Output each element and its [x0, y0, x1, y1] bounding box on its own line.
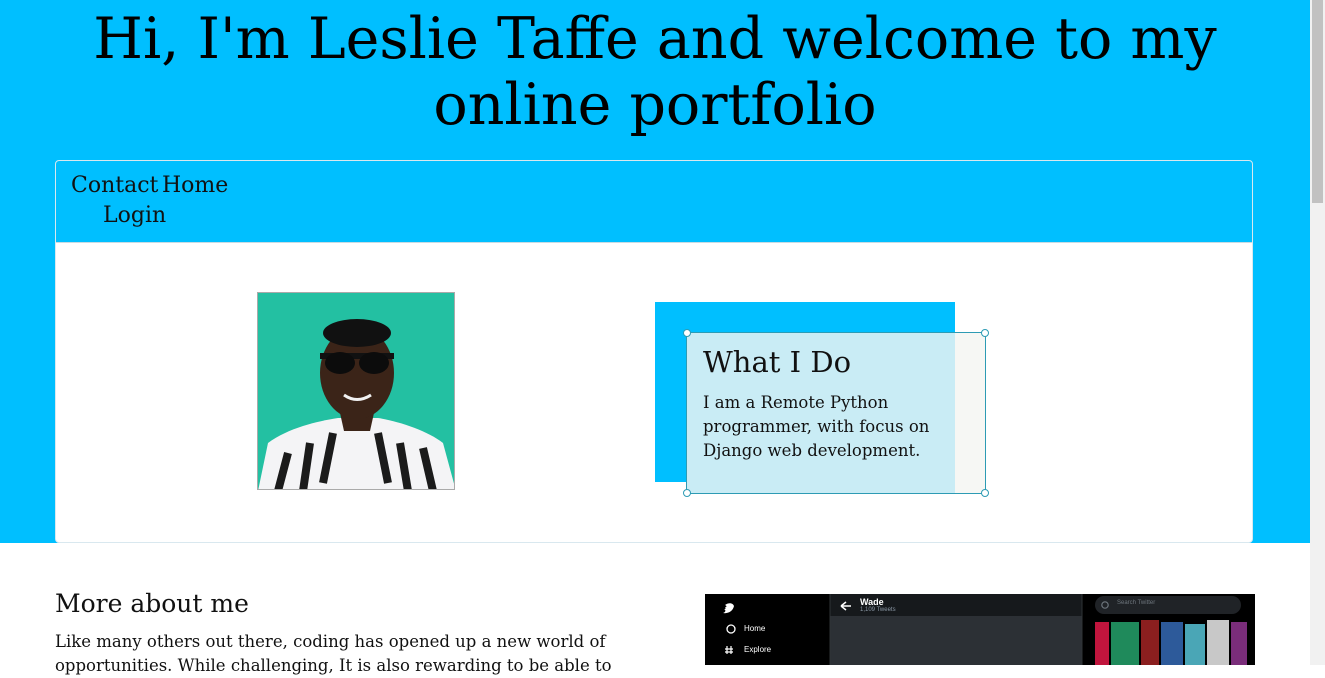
person-portrait-image [258, 293, 454, 489]
twitter-profile-name: Wade [860, 597, 884, 607]
twitter-search-placeholder: Search Twitter [1117, 600, 1156, 606]
box-pale-edge [955, 333, 985, 493]
twitter-screenshot: Wade 1,109 Tweets Home Explore Search Tw… [705, 594, 1255, 665]
what-i-do-title: What I Do [703, 345, 852, 379]
page-title-line-2: online portfolio [433, 72, 877, 138]
portfolio-card: Contact Home Login What I Do I am a Remo… [55, 160, 1253, 543]
twitter-preview-image [705, 594, 1255, 665]
page-scrollbar[interactable] [1310, 0, 1325, 665]
nav-login-link[interactable]: Login [103, 203, 166, 229]
twitter-tweet-count: 1,109 Tweets [860, 607, 896, 613]
nav-home-link[interactable]: Home [162, 173, 228, 199]
resize-handle-bottom-left[interactable] [683, 489, 691, 497]
about-text: Like many others out there, coding has o… [55, 632, 612, 675]
what-i-do-text: I am a Remote Python programmer, with fo… [703, 393, 930, 460]
what-i-do-box: What I Do I am a Remote Python programme… [683, 329, 989, 497]
resize-handle-bottom-right[interactable] [981, 489, 989, 497]
page-title-line-1: Hi, I'm Leslie Taffe and welcome to my [93, 6, 1217, 72]
resize-handle-top-right[interactable] [981, 329, 989, 337]
nav-contact-link[interactable]: Contact [71, 173, 158, 199]
twitter-menu-home: Home [744, 624, 766, 633]
resize-handle-top-left[interactable] [683, 329, 691, 337]
scrollbar-thumb[interactable] [1312, 0, 1323, 203]
navbar: Contact Home Login [56, 161, 1252, 243]
twitter-menu-explore: Explore [744, 645, 772, 654]
page-title: Hi, I'm Leslie Taffe and welcome to my o… [0, 6, 1310, 138]
profile-photo [257, 292, 455, 490]
about-title: More about me [55, 589, 249, 618]
